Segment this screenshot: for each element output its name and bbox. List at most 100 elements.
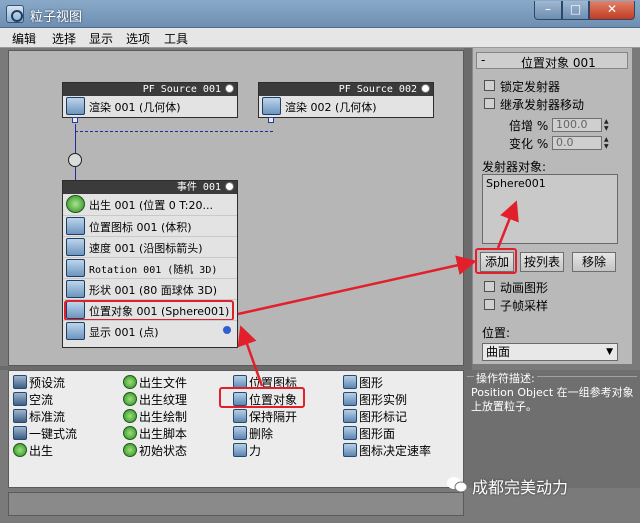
display-icon (66, 322, 85, 340)
multiplier-spinner-arrows[interactable]: ▲ ▼ (604, 118, 612, 132)
shape-icon (343, 375, 357, 389)
emitter-objects-list[interactable]: Sphere001 (482, 174, 618, 244)
depot-item[interactable]: 图标决定速率 (359, 442, 431, 459)
operator-row-rotation[interactable]: Rotation 001 (随机 3D) (63, 257, 237, 278)
menu-edit[interactable]: 编辑 (12, 30, 36, 47)
render-002-row[interactable]: 渲染 002 (几何体) (259, 96, 433, 117)
shape-facing-icon (343, 426, 357, 440)
pf-source-001-title: PF Source 001 (142, 84, 221, 95)
render-001-row[interactable]: 渲染 001 (几何体) (63, 96, 237, 117)
rotation-icon (66, 259, 85, 277)
flow-wire (75, 124, 76, 154)
depot-item[interactable]: 图形 (359, 374, 383, 391)
event-001-header[interactable]: 事件 001 (63, 181, 237, 194)
flow-icon (13, 409, 27, 423)
flow-icon (13, 375, 27, 389)
menu-tools[interactable]: 工具 (164, 30, 188, 47)
depot-item[interactable]: 出生文件 (139, 374, 187, 391)
operator-description-panel: 操作符描述: Position Object 在一组参考对象上放置粒子。 (464, 370, 640, 488)
depot-item[interactable]: 出生纹理 (139, 391, 187, 408)
location-label: 位置: (482, 326, 511, 340)
operator-row-display[interactable]: 显示 001 (点) (63, 320, 237, 341)
birth-texture-icon (123, 392, 137, 406)
depot-item[interactable]: 图形标记 (359, 408, 407, 425)
depot-item[interactable]: 标准流 (29, 408, 65, 425)
window-title: 粒子视图 (30, 10, 83, 25)
depot-item[interactable]: 力 (249, 442, 261, 459)
teapot-icon (262, 97, 281, 115)
location-selected: 曲面 (486, 345, 511, 359)
close-button[interactable]: ✕ (589, 1, 635, 20)
menu-options[interactable]: 选项 (126, 30, 150, 47)
variation-spinner[interactable]: 0.0 (552, 136, 602, 150)
subframe-sampling-checkbox[interactable] (484, 299, 495, 310)
light-bulb-icon[interactable] (421, 84, 430, 93)
depot-item[interactable]: 出生 (29, 442, 53, 459)
depot-item[interactable]: 一键式流 (29, 425, 77, 442)
operator-label: Rotation 001 (随机 3D) (89, 265, 218, 276)
output-socket[interactable] (72, 117, 78, 123)
display-color-swatch[interactable] (223, 326, 231, 334)
maximize-button[interactable]: □ (562, 1, 589, 20)
operator-label: 显示 001 (点) (89, 326, 159, 339)
inherit-motion-checkbox[interactable] (484, 98, 495, 109)
depot-item[interactable]: 出生脚本 (139, 425, 187, 442)
shape-instance-icon (343, 392, 357, 406)
event-001-node[interactable]: 事件 001 出生 001 (位置 0 T:20... 位置图标 001 (体积… (62, 180, 238, 348)
multiplier-spinner[interactable]: 100.0 (552, 118, 602, 132)
event-001-title: 事件 001 (176, 182, 221, 193)
remove-button[interactable]: 移除 (572, 252, 616, 272)
animated-shape-label: 动画图形 (500, 281, 549, 295)
rollout-header[interactable]: - 位置对象 001 (476, 52, 628, 70)
render-001-label: 渲染 001 (几何体) (89, 101, 181, 114)
operator-label: 速度 001 (沿图标箭头) (89, 242, 203, 255)
operator-row-position-icon[interactable]: 位置图标 001 (体积) (63, 215, 237, 236)
lock-emitter-checkbox[interactable] (484, 80, 495, 91)
operator-label: 位置图标 001 (体积) (89, 221, 192, 234)
add-button-highlight (475, 248, 517, 274)
pf-source-002-header[interactable]: PF Source 002 (259, 83, 433, 96)
force-icon (233, 443, 247, 457)
variation-spinner-arrows[interactable]: ▲ ▼ (604, 136, 612, 150)
speed-icon (66, 238, 85, 256)
pf-source-002-node[interactable]: PF Source 002 渲染 002 (几何体) (258, 82, 434, 118)
depot-item[interactable]: 初始状态 (139, 442, 187, 459)
minimize-button[interactable]: – (534, 1, 562, 20)
title-bar: 粒子视图 – □ ✕ (0, 0, 640, 28)
operator-row-position-object[interactable]: 位置对象 001 (Sphere001) (63, 299, 237, 321)
by-list-button[interactable]: 按列表 (520, 252, 564, 272)
depot-item[interactable]: 空流 (29, 391, 53, 408)
depot-item[interactable]: 预设流 (29, 374, 65, 391)
position-icon-icon (66, 217, 85, 235)
depot-item[interactable]: 出生绘制 (139, 408, 187, 425)
depot-item[interactable]: 图形面 (359, 425, 395, 442)
rollout-toggle[interactable]: - (481, 53, 485, 67)
emitter-object-item[interactable]: Sphere001 (486, 177, 614, 190)
render-002-label: 渲染 002 (几何体) (285, 101, 377, 114)
operator-label: 形状 001 (80 面球体 3D) (89, 284, 218, 297)
menu-display[interactable]: 显示 (89, 30, 113, 47)
pf-source-001-node[interactable]: PF Source 001 渲染 001 (几何体) (62, 82, 238, 118)
depot-item[interactable]: 删除 (249, 425, 273, 442)
birth-paint-icon (123, 409, 137, 423)
depot-item[interactable]: 保持隔开 (249, 408, 297, 425)
light-bulb-icon[interactable] (225, 84, 234, 93)
operator-row-speed[interactable]: 速度 001 (沿图标箭头) (63, 236, 237, 257)
birth-script-icon (123, 426, 137, 440)
pf-source-001-header[interactable]: PF Source 001 (63, 83, 237, 96)
delete-icon (233, 426, 247, 440)
light-bulb-icon[interactable] (225, 182, 234, 191)
multiplier-label: 倍增 % (509, 119, 549, 133)
operator-row-birth[interactable]: 出生 001 (位置 0 T:20... (63, 194, 237, 215)
flow-connector[interactable] (68, 153, 82, 167)
operator-label: 出生 001 (位置 0 T:20... (89, 199, 213, 212)
operator-row-shape[interactable]: 形状 001 (80 面球体 3D) (63, 278, 237, 299)
app-icon (6, 5, 24, 23)
location-dropdown[interactable]: 曲面 ▼ (482, 343, 618, 361)
birth-file-icon (123, 375, 137, 389)
output-socket[interactable] (268, 117, 274, 123)
menu-select[interactable]: 选择 (52, 30, 76, 47)
highlight-box (64, 300, 234, 321)
depot-item[interactable]: 图形实例 (359, 391, 407, 408)
animated-shape-checkbox[interactable] (484, 281, 495, 292)
